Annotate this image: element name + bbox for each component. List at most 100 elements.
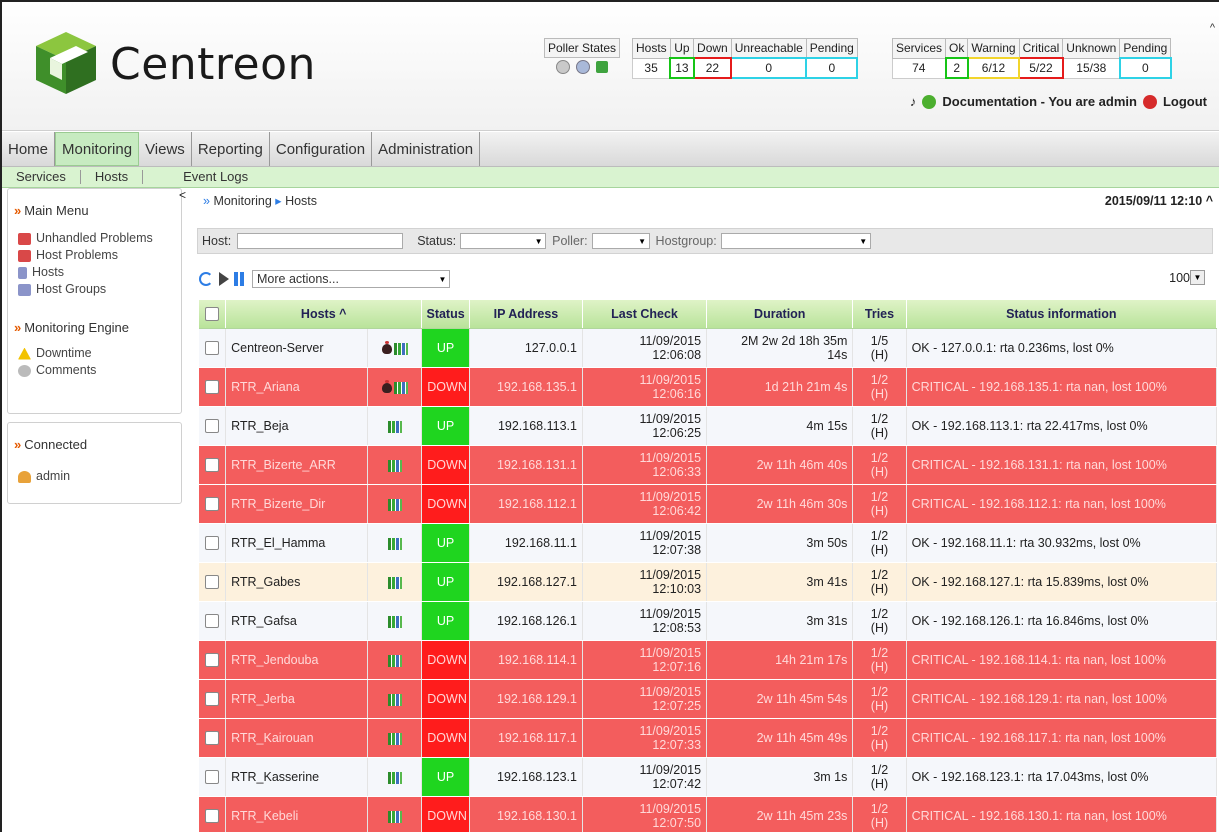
unhandled-problems-link[interactable]: Unhandled Problems xyxy=(8,230,181,247)
col-status[interactable]: Status xyxy=(421,300,470,329)
hosts-up-count[interactable]: 13 xyxy=(669,57,695,79)
nav-configuration[interactable]: Configuration xyxy=(270,132,373,166)
table-row[interactable]: RTR_Gafsa UP 192.168.126.1 11/09/2015 12:08:… xyxy=(199,601,1218,641)
logout-link[interactable]: Logout xyxy=(1163,94,1207,109)
table-row[interactable]: RTR_Jendouba DOWN 192.168.114.1 11/09/2015 1… xyxy=(199,640,1218,680)
graph-icon[interactable] xyxy=(387,459,402,472)
col-ip-address[interactable]: IP Address xyxy=(469,300,583,329)
graph-icon[interactable] xyxy=(387,576,402,589)
nav-home[interactable]: Home xyxy=(2,132,56,166)
row-checkbox[interactable] xyxy=(205,692,220,707)
downtime-link[interactable]: Downtime xyxy=(8,345,181,362)
table-row[interactable]: RTR_Bizerte_ARR DOWN 192.168.131.1 11/09/20… xyxy=(199,445,1218,485)
row-checkbox[interactable] xyxy=(205,809,220,824)
pause-icon[interactable] xyxy=(234,272,238,286)
host-name[interactable]: RTR_Beja xyxy=(225,406,368,446)
user-bar-text[interactable]: Documentation - You are admin xyxy=(942,94,1137,109)
table-row[interactable]: RTR_Beja UP 192.168.113.1 11/09/2015 12:06:2… xyxy=(199,406,1218,446)
host-name[interactable]: RTR_Kebeli xyxy=(225,796,368,832)
row-checkbox[interactable] xyxy=(205,653,220,668)
row-checkbox[interactable] xyxy=(205,458,220,473)
logout-icon[interactable] xyxy=(1142,94,1157,109)
subnav-event-logs[interactable]: Event Logs xyxy=(143,170,262,184)
nav-reporting[interactable]: Reporting xyxy=(192,132,270,166)
host-name[interactable]: RTR_Bizerte_Dir xyxy=(225,484,368,524)
comments-link[interactable]: Comments xyxy=(8,362,181,379)
hostgroup-filter-select[interactable]: ▼ xyxy=(720,233,871,249)
host-name[interactable]: RTR_Jendouba xyxy=(225,640,368,680)
services-ok-count[interactable]: 2 xyxy=(944,57,969,79)
row-checkbox[interactable] xyxy=(205,419,220,434)
row-checkbox[interactable] xyxy=(205,536,220,551)
graph-icon[interactable] xyxy=(387,771,402,784)
centreon-logo[interactable]: Centreon xyxy=(32,32,316,96)
services-critical-count[interactable]: 5/22 xyxy=(1018,57,1064,79)
host-name[interactable]: RTR_Kasserine xyxy=(225,757,368,797)
per-page-select[interactable]: 100 ▼ xyxy=(1169,270,1205,285)
host-name[interactable]: RTR_Gabes xyxy=(225,562,368,602)
host-problems-link[interactable]: Host Problems xyxy=(8,247,181,264)
poller-export-icon[interactable] xyxy=(596,61,609,73)
hosts-unreachable-count[interactable]: 0 xyxy=(730,57,808,79)
breadcrumb-hosts[interactable]: Hosts xyxy=(285,194,317,208)
col-tries[interactable]: Tries xyxy=(852,300,907,329)
connected-user[interactable]: admin xyxy=(8,468,181,485)
host-name[interactable]: RTR_Bizerte_ARR xyxy=(225,445,368,485)
subnav-hosts[interactable]: Hosts xyxy=(81,170,144,184)
hosts-total[interactable]: 35 xyxy=(632,57,671,79)
subnav-services[interactable]: Services xyxy=(2,170,81,184)
host-name[interactable]: RTR_Gafsa xyxy=(225,601,368,641)
table-row[interactable]: RTR_El_Hamma UP 192.168.11.1 11/09/2015 12:0… xyxy=(199,523,1218,563)
row-checkbox[interactable] xyxy=(205,731,220,746)
graph-icon[interactable] xyxy=(393,381,408,394)
row-checkbox[interactable] xyxy=(205,575,220,590)
graph-icon[interactable] xyxy=(387,654,402,667)
sound-icon[interactable]: ♪ xyxy=(910,94,917,109)
services-pending-count[interactable]: 0 xyxy=(1118,57,1172,79)
nav-administration[interactable]: Administration xyxy=(372,132,481,166)
col-duration[interactable]: Duration xyxy=(706,300,854,329)
refresh-icon[interactable] xyxy=(199,272,213,286)
row-checkbox[interactable] xyxy=(205,341,220,356)
col-last-check[interactable]: Last Check xyxy=(582,300,708,329)
host-name[interactable]: RTR_Jerba xyxy=(225,679,368,719)
poller-gear-icon[interactable] xyxy=(576,60,591,74)
play-icon[interactable] xyxy=(219,272,229,286)
col-hosts[interactable]: Hosts ^ xyxy=(225,300,423,329)
collapse-content-icon[interactable]: ^ xyxy=(1206,194,1213,208)
table-row[interactable]: RTR_Kasserine UP 192.168.123.1 11/09/2015 12… xyxy=(199,757,1218,797)
graph-icon[interactable] xyxy=(393,342,408,355)
host-name[interactable]: RTR_Kairouan xyxy=(225,718,368,758)
row-checkbox[interactable] xyxy=(205,614,220,629)
poller-check-icon[interactable] xyxy=(556,60,571,74)
table-row[interactable]: RTR_Jerba DOWN 192.168.129.1 11/09/2015 12:0… xyxy=(199,679,1218,719)
host-name[interactable]: Centreon-Server xyxy=(225,328,368,368)
collapse-sidebar-icon[interactable]: < xyxy=(179,188,186,202)
poller-filter-select[interactable]: ▼ xyxy=(591,233,650,249)
nav-monitoring[interactable]: Monitoring xyxy=(55,132,140,166)
row-checkbox[interactable] xyxy=(205,497,220,512)
table-row[interactable]: RTR_Ariana DOWN 192.168.135.1 11/09/2015 12:… xyxy=(199,367,1218,407)
hosts-pending-count[interactable]: 0 xyxy=(805,57,859,79)
services-unknown-count[interactable]: 15/38 xyxy=(1062,57,1121,79)
graph-icon[interactable] xyxy=(387,420,402,433)
collapse-header-icon[interactable]: ^ xyxy=(1210,22,1215,34)
more-actions-select[interactable]: More actions... ▼ xyxy=(252,270,450,288)
graph-icon[interactable] xyxy=(387,537,402,550)
nav-views[interactable]: Views xyxy=(139,132,192,166)
table-row[interactable]: RTR_Bizerte_Dir DOWN 192.168.112.1 11/09/20… xyxy=(199,484,1218,524)
table-row[interactable]: RTR_Kebeli DOWN 192.168.130.1 11/09/2015 12:… xyxy=(199,796,1218,832)
graph-icon[interactable] xyxy=(387,732,402,745)
table-row[interactable]: RTR_Kairouan DOWN 192.168.117.1 11/09/2015 1… xyxy=(199,718,1218,758)
status-filter-select[interactable]: ▼ xyxy=(460,233,547,249)
graph-icon[interactable] xyxy=(387,693,402,706)
graph-icon[interactable] xyxy=(387,810,402,823)
host-groups-link[interactable]: Host Groups xyxy=(8,281,181,298)
select-all-checkbox[interactable] xyxy=(205,307,220,322)
row-checkbox[interactable] xyxy=(205,380,220,395)
hosts-link[interactable]: Hosts xyxy=(8,264,181,281)
breadcrumb-monitoring[interactable]: Monitoring xyxy=(213,194,271,208)
table-row[interactable]: Centreon-Server UP 127.0.0.1 11/09/2015 12:0… xyxy=(199,328,1218,368)
host-filter-input[interactable] xyxy=(237,233,404,249)
col-status-information[interactable]: Status information xyxy=(906,300,1218,329)
